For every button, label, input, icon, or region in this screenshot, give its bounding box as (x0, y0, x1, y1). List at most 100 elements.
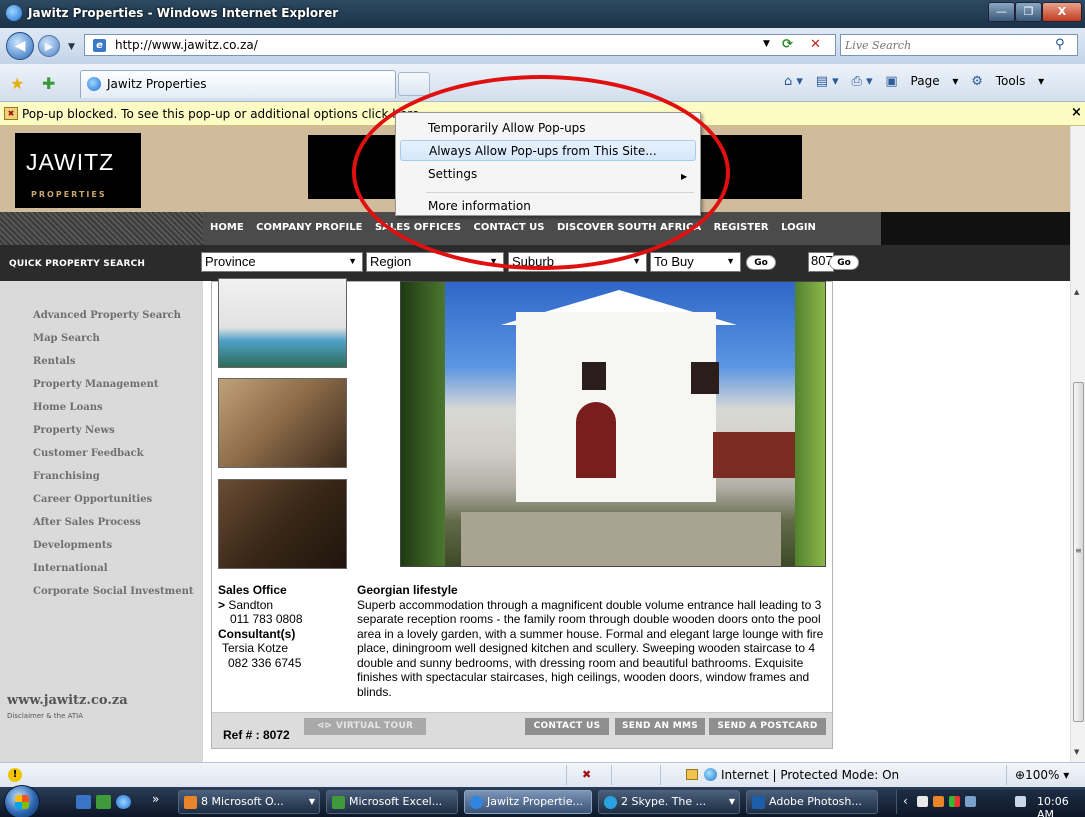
forward-button[interactable]: ▶ (38, 35, 60, 57)
url-text[interactable]: http://www.jawitz.co.za/ (115, 38, 258, 52)
home-icon[interactable]: ⌂ ▾ (784, 74, 803, 89)
tab-ie-icon (87, 77, 101, 91)
add-favorites-icon[interactable]: ✚ (42, 74, 55, 93)
sidebar-item-international[interactable]: International (33, 562, 194, 585)
chevron-down-icon: ▼ (308, 797, 315, 806)
security-zone[interactable]: Internet | Protected Mode: On (686, 768, 899, 782)
send-mms-button[interactable]: SEND AN MMS (615, 718, 705, 735)
listing-headline: Georgian lifestyle (357, 583, 458, 597)
page-menu[interactable]: ▣ Page ▾ (885, 74, 958, 89)
thumbnail-exterior-pool[interactable] (218, 278, 347, 368)
popup-blocked-status-icon[interactable]: ✖ (582, 768, 591, 781)
consultant-name[interactable]: Tersia Kotze (218, 641, 303, 656)
disclaimer-link[interactable]: Disclaimer & the ATIA (7, 712, 83, 720)
clock[interactable]: 10:06 AM (1037, 795, 1085, 817)
search-icon[interactable]: ⚲ (1055, 37, 1065, 52)
virtual-tour-label: VIRTUAL TOUR (335, 721, 414, 731)
taskbar-button-internet-explorer[interactable]: Jawitz Propertie... (464, 790, 592, 814)
virtual-tour-button[interactable]: ⊲⊳ VIRTUAL TOUR (304, 718, 426, 735)
tools-menu[interactable]: ⚙ Tools ▾ (971, 74, 1044, 89)
vertical-scrollbar[interactable]: ▲ ≡ ▼ (1070, 126, 1085, 762)
sidebar-item-corporate-social-investment[interactable]: Corporate Social Investment (33, 585, 194, 608)
scroll-up-icon[interactable]: ▲ (1074, 288, 1079, 296)
print-icon[interactable]: ⎙ ▾ (852, 74, 873, 89)
maximize-button[interactable]: ❐ (1015, 2, 1042, 22)
sidebar-item-developments[interactable]: Developments (33, 539, 194, 562)
tray-expand-icon[interactable]: ‹ (903, 794, 908, 808)
sidebar-item-after-sales-process[interactable]: After Sales Process (33, 516, 194, 539)
outlook-tray-icon[interactable] (933, 796, 944, 807)
back-button[interactable]: ◀ (6, 32, 34, 60)
info-bar-message[interactable]: Pop-up blocked. To see this pop-up or ad… (22, 107, 431, 121)
stop-icon[interactable]: ✕ (810, 37, 821, 52)
sidebar-item-advanced-property-search[interactable]: Advanced Property Search (33, 309, 194, 332)
quicklaunch-more-icon[interactable]: » (152, 792, 166, 806)
province-value: Province (205, 254, 256, 269)
nav-pattern (0, 212, 203, 245)
globe-icon (704, 768, 717, 781)
sales-office-name[interactable]: Sandton (228, 598, 273, 612)
new-tab-button[interactable] (398, 72, 430, 96)
page-menu-label: Page (910, 74, 940, 88)
province-select[interactable]: Province ▼ (201, 252, 363, 272)
taskbar-button-skype[interactable]: 2 Skype. The ... ▼ (598, 790, 740, 814)
sidebar-item-customer-feedback[interactable]: Customer Feedback (33, 447, 194, 470)
nav-login[interactable]: LOGIN (781, 222, 816, 233)
sidebar-item-franchising[interactable]: Franchising (33, 470, 194, 493)
feeds-icon[interactable]: ▤ ▾ (816, 74, 839, 89)
calendar-icon[interactable] (1015, 796, 1026, 807)
address-dropdown-icon[interactable]: ▼ (763, 39, 770, 49)
sidebar-item-career-opportunities[interactable]: Career Opportunities (33, 493, 194, 516)
jawitz-logo[interactable]: JAWITZ PROPERTIES (15, 133, 141, 208)
status-divider (1006, 765, 1007, 785)
listing-contact-info: Sales Office > Sandton 011 783 0808 Cons… (218, 583, 303, 670)
taskbar-button-excel[interactable]: Microsoft Excel... (326, 790, 458, 814)
nav-home[interactable]: HOME (210, 222, 244, 233)
search-box[interactable]: ⚲ (840, 34, 1078, 56)
ie-quicklaunch-icon[interactable] (116, 795, 131, 809)
sidebar-item-map-search[interactable]: Map Search (33, 332, 194, 355)
windows-taskbar: » 8 Microsoft O... ▼ Microsoft Excel... J… (0, 785, 1085, 817)
app-tray-icon[interactable] (949, 796, 960, 807)
lock-icon (686, 769, 698, 780)
show-desktop-icon[interactable] (76, 795, 91, 809)
switch-windows-icon[interactable] (96, 795, 111, 809)
address-field[interactable]: e http://www.jawitz.co.za/ ▼ ⟳ ✕ (84, 34, 836, 56)
mail-icon[interactable] (917, 796, 928, 807)
to-buy-select[interactable]: To Buy ▼ (650, 252, 741, 272)
refresh-icon[interactable]: ⟳ (782, 37, 793, 52)
sales-office-phone: 011 783 0808 (230, 612, 303, 626)
chevron-down-icon: ▼ (728, 797, 735, 806)
thumbnail-dining-room[interactable] (218, 479, 347, 569)
close-window-button[interactable]: X (1042, 2, 1082, 22)
minimize-button[interactable]: — (988, 2, 1015, 22)
scroll-down-icon[interactable]: ▼ (1074, 748, 1079, 756)
site-url[interactable]: www.jawitz.co.za (7, 693, 128, 708)
contact-us-button[interactable]: CONTACT US (525, 718, 609, 735)
ie-logo-icon (6, 5, 22, 21)
main-property-photo (400, 281, 826, 567)
ref-number: Ref # : 8072 (223, 728, 290, 742)
recent-pages-dropdown-icon[interactable]: ▼ (68, 42, 75, 52)
taskbar-label: 8 Microsoft O... (201, 795, 284, 808)
sidebar-item-home-loans[interactable]: Home Loans (33, 401, 194, 424)
network-icon[interactable] (965, 796, 976, 807)
nav-company-profile[interactable]: COMPANY PROFILE (256, 222, 362, 233)
start-button[interactable] (4, 785, 40, 817)
taskbar-button-outlook[interactable]: 8 Microsoft O... ▼ (178, 790, 320, 814)
thumbnail-lounge[interactable] (218, 378, 347, 468)
send-postcard-button[interactable]: SEND A POSTCARD (709, 718, 826, 735)
taskbar-button-photoshop[interactable]: Adobe Photosh... (746, 790, 878, 814)
warning-icon[interactable]: ! (8, 768, 22, 782)
sidebar-item-rentals[interactable]: Rentals (33, 355, 194, 378)
close-info-bar-icon[interactable]: × (1071, 105, 1082, 120)
sidebar-item-property-news[interactable]: Property News (33, 424, 194, 447)
nav-register[interactable]: REGISTER (714, 222, 769, 233)
go-button[interactable]: Go (746, 255, 776, 270)
search-input[interactable] (845, 37, 1045, 53)
zoom-level[interactable]: ⊕100% ▾ (1015, 768, 1069, 782)
tab-jawitz-properties[interactable]: Jawitz Properties (80, 70, 396, 98)
go-ref-button[interactable]: Go (829, 255, 859, 270)
favorites-star-icon[interactable]: ★ (10, 74, 24, 93)
sidebar-item-property-management[interactable]: Property Management (33, 378, 194, 401)
